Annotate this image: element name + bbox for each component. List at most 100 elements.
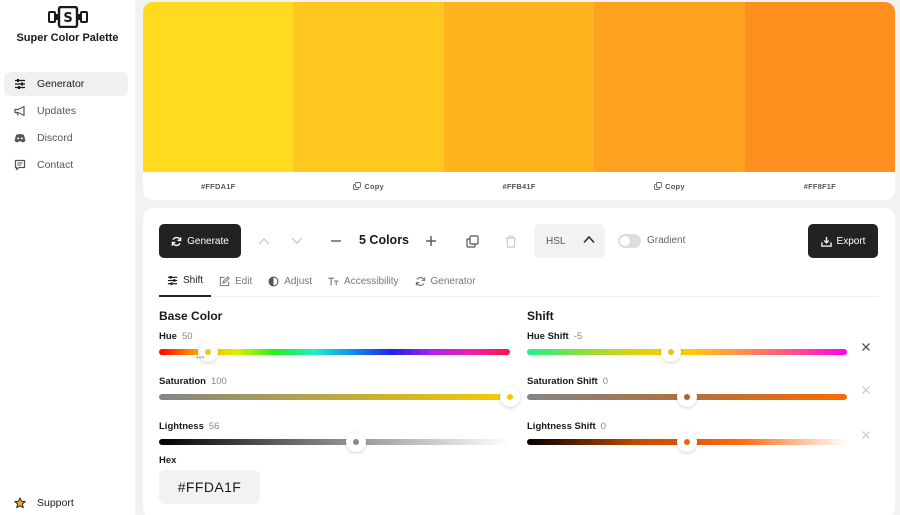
logo-icon: S <box>47 6 88 28</box>
color-mode-value: HSL <box>546 235 566 247</box>
message-icon <box>14 159 26 171</box>
svg-text:S: S <box>63 11 72 26</box>
sliders-icon <box>167 275 178 286</box>
hue-shift-label: Hue Shift -5 <box>527 331 582 342</box>
sidebar-item-updates[interactable]: Updates <box>4 99 128 123</box>
swatch-hex-label[interactable]: #FF8F1F <box>745 172 895 200</box>
hex-text: #FFDA1F <box>201 181 236 191</box>
sidebar-nav: Generator Updates Discord Contact <box>4 72 128 180</box>
tab-label: Generator <box>430 275 476 287</box>
color-swatch[interactable] <box>443 2 595 172</box>
lightness-slider-thumb[interactable] <box>345 432 366 452</box>
refresh-icon <box>415 276 426 287</box>
palette-labels: #FFDA1F Copy #FFB41F Copy #FF8F1F <box>143 172 895 200</box>
decrease-colors-button[interactable] <box>328 233 344 249</box>
thumb-dot <box>507 394 513 400</box>
megaphone-icon <box>14 105 26 117</box>
hex-text: #FF8F1F <box>803 181 836 191</box>
lightness-slider[interactable] <box>159 432 510 452</box>
color-swatch[interactable] <box>744 2 895 172</box>
swatch-copy-button[interactable]: Copy <box>293 172 443 200</box>
chevron-down-icon <box>291 237 303 244</box>
reset-saturation-shift-close-icon[interactable] <box>861 385 871 395</box>
edit-icon <box>219 275 230 287</box>
tab-label: Accessibility <box>344 275 399 287</box>
base-color-title: Base Color <box>159 309 223 323</box>
color-swatch[interactable] <box>594 2 745 172</box>
sidebar-item-generator[interactable]: Generator <box>4 72 128 96</box>
sidebar-item-label: Contact <box>37 159 74 171</box>
lightness-shift-value: 0 <box>600 421 606 432</box>
lightness-shift-slider[interactable] <box>527 432 847 452</box>
hue-label: Hue 50 <box>159 331 193 342</box>
swatch-hex-label[interactable]: #FFB41F <box>444 172 594 200</box>
hex-label: Hex <box>159 455 177 466</box>
toolbar: Generate 5 Colors HSL Gradient Export <box>159 224 879 258</box>
tab-label: Adjust <box>284 275 313 287</box>
sidebar-item-support[interactable]: Support <box>4 491 128 515</box>
sidebar-item-contact[interactable]: Contact <box>4 153 128 177</box>
copy-icon <box>465 234 479 248</box>
copy-icon <box>654 182 662 190</box>
hue-shift-slider[interactable] <box>527 342 847 362</box>
refresh-icon <box>171 236 182 246</box>
page-scrollbar-gutter <box>895 0 900 515</box>
color-mode-select[interactable]: HSL <box>534 224 605 258</box>
text-size-icon <box>328 276 339 287</box>
swatch-hex-label[interactable]: #FFDA1F <box>143 172 293 200</box>
hue-shift-value: -5 <box>573 331 583 342</box>
drag-handle-dots-icon[interactable]: ••• <box>196 353 204 362</box>
move-up-button[interactable] <box>256 233 272 249</box>
color-swatch[interactable] <box>143 2 294 172</box>
toggle-knob <box>620 236 630 246</box>
download-icon <box>820 236 832 247</box>
export-label: Export <box>836 235 866 247</box>
thumb-dot <box>684 394 690 400</box>
controls-card: Generate 5 Colors HSL Gradient Export Sh… <box>143 208 895 515</box>
increase-colors-button[interactable] <box>423 233 439 249</box>
hue-shift-slider-thumb[interactable] <box>661 342 681 362</box>
saturation-label-text: Saturation <box>159 376 206 387</box>
saturation-shift-label-text: Saturation Shift <box>527 376 598 387</box>
reset-hue-shift-close-icon[interactable] <box>861 342 871 352</box>
sidebar-item-label: Updates <box>37 105 77 117</box>
lightness-shift-label-text: Lightness Shift <box>527 421 596 432</box>
saturation-slider-thumb[interactable] <box>500 387 520 407</box>
saturation-slider[interactable] <box>159 387 520 407</box>
color-swatch[interactable] <box>293 2 444 172</box>
discord-icon <box>14 132 26 144</box>
saturation-value: 100 <box>210 376 227 387</box>
tab-adjust[interactable]: Adjust <box>260 266 320 296</box>
thumb-dot <box>352 439 359 445</box>
chevron-up-icon <box>258 238 270 245</box>
palette-card: #FFDA1F Copy #FFB41F Copy #FF8F1F <box>143 2 895 200</box>
sliders-icon <box>14 78 26 90</box>
plus-icon <box>426 236 436 246</box>
swatch-copy-button[interactable]: Copy <box>594 172 744 200</box>
tab-edit[interactable]: Edit <box>211 266 260 296</box>
generate-button[interactable]: Generate <box>159 224 241 258</box>
saturation-shift-value: 0 <box>602 376 609 387</box>
saturation-shift-slider[interactable] <box>527 387 847 407</box>
copy-text: Copy <box>665 181 685 191</box>
duplicate-button[interactable] <box>464 233 480 249</box>
lightness-shift-slider-thumb[interactable] <box>677 432 697 452</box>
reset-lightness-shift-close-icon[interactable] <box>861 430 871 440</box>
sidebar-item-label: Discord <box>37 132 73 144</box>
shift-title: Shift <box>527 309 554 323</box>
app-logo[interactable]: S Super Color Palette <box>0 6 135 44</box>
gradient-toggle[interactable] <box>618 234 641 248</box>
tab-accessibility[interactable]: Accessibility <box>320 266 406 296</box>
sidebar-item-discord[interactable]: Discord <box>4 126 128 150</box>
move-down-button[interactable] <box>289 233 305 249</box>
gradient-label: Gradient <box>647 235 686 246</box>
hue-slider[interactable] <box>159 342 510 362</box>
hex-text: #FFB41F <box>502 181 536 191</box>
delete-button[interactable] <box>503 233 519 249</box>
saturation-shift-slider-thumb[interactable] <box>677 387 697 407</box>
export-button[interactable]: Export <box>808 224 878 258</box>
tab-generator[interactable]: Generator <box>407 266 484 296</box>
trash-icon <box>506 235 516 248</box>
tab-shift[interactable]: Shift <box>159 266 212 297</box>
hex-input[interactable]: #FFDA1F <box>159 470 260 504</box>
